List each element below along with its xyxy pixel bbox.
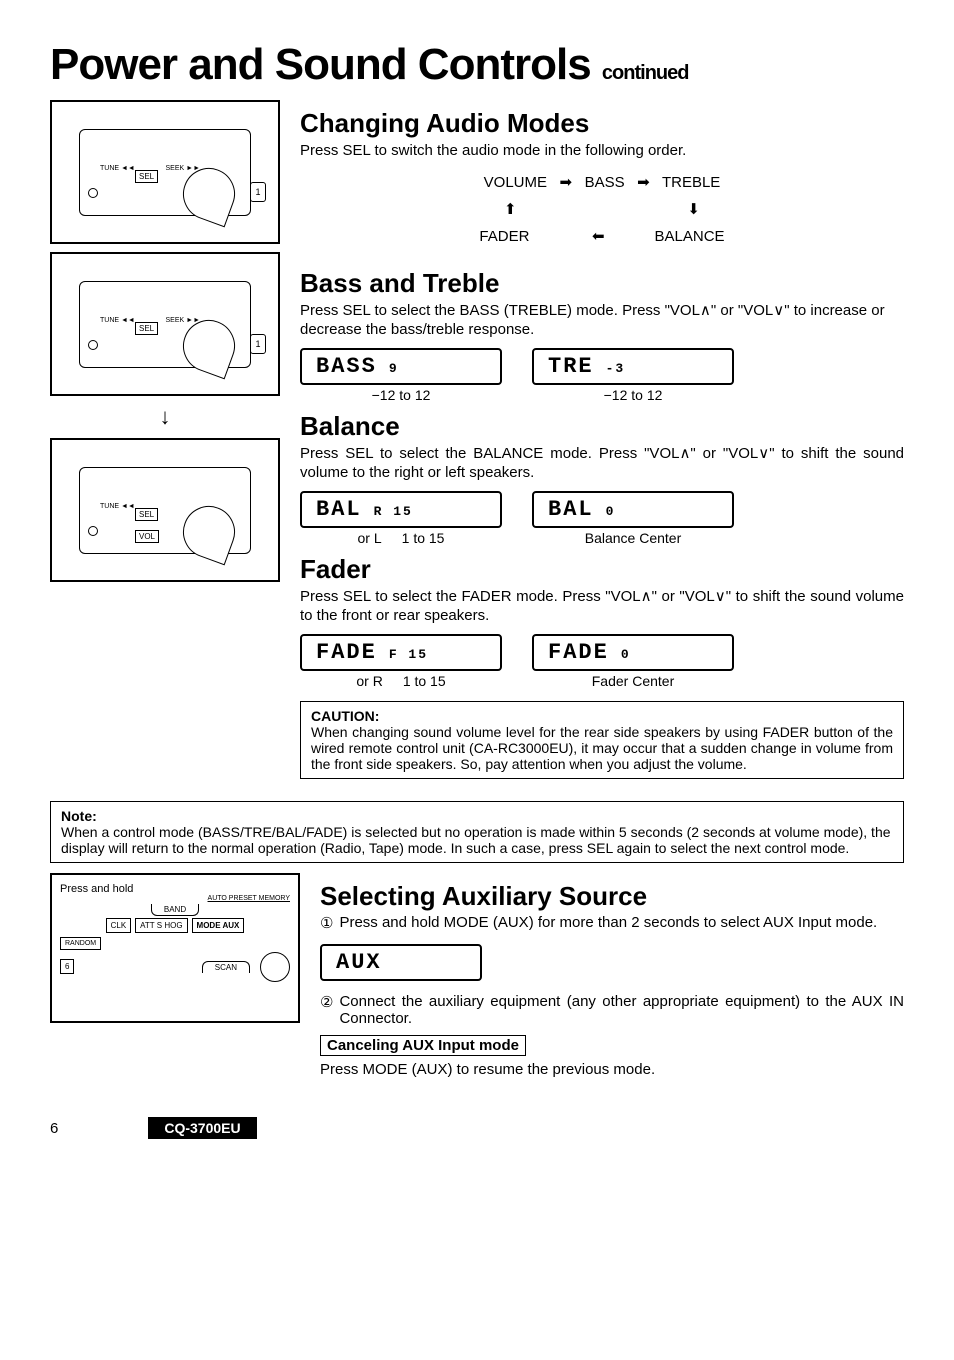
model-number: CQ-3700EU <box>148 1117 256 1139</box>
band-button: BAND <box>151 904 199 916</box>
fade-sub1: or R <box>356 673 382 689</box>
preset-6-button: 6 <box>60 959 74 974</box>
page-number: 6 <box>50 1120 58 1137</box>
continued-text: continued <box>602 62 689 84</box>
fade-sub2: 1 to 15 <box>403 673 446 689</box>
treble-range: −12 to 12 <box>604 387 663 403</box>
bass-display: BASS 9 <box>300 348 502 385</box>
treble-value: -3 <box>606 361 626 376</box>
bass-label: BASS <box>316 354 377 379</box>
figure-mode-aux: Press and hold AUTO PRESET MEMORY BAND C… <box>50 873 300 1023</box>
fader-display-2: FADE 0 <box>532 634 734 671</box>
fade-label: FADE <box>316 640 377 665</box>
tune-label: TUNE ◄◄ <box>100 165 135 172</box>
press-hold-label: Press and hold <box>60 883 290 895</box>
aux-label: AUX <box>336 950 382 975</box>
mode-cycle-diagram: VOLUME ➡ BASS ➡ TREBLE ⬆ ⬇ FADER ⬅ BALAN… <box>300 169 904 250</box>
cycle-volume: VOLUME <box>484 174 547 191</box>
scan-button: SCAN <box>202 961 250 973</box>
caution-box: CAUTION: When changing sound volume leve… <box>300 701 904 779</box>
sel-button-label: SEL <box>135 508 158 521</box>
balance-heading: Balance <box>300 411 904 442</box>
sel-button-label: SEL <box>135 170 158 183</box>
fader-display-1: FADE F 15 <box>300 634 502 671</box>
att-button: ATT S HOG <box>135 918 187 933</box>
figure-sel-press-2: TUNE ◄◄ SEL SEEK ►► 1 <box>50 252 280 396</box>
bass-value: 9 <box>389 361 399 376</box>
mode-aux-button: MODE AUX <box>192 918 245 933</box>
tune-label: TUNE ◄◄ <box>100 503 135 510</box>
fade-value: F 15 <box>389 647 428 662</box>
fader-text: Press SEL to select the FADER mode. Pres… <box>300 587 904 626</box>
bal-sub1: or L <box>358 530 382 546</box>
aux-step-2: Connect the auxiliary equipment (any oth… <box>339 993 904 1027</box>
preset-1-button: 1 <box>250 334 266 354</box>
cycle-fader: FADER <box>479 228 529 245</box>
step-2-number: ② <box>320 993 333 1027</box>
page-title: Power and Sound Controls continued <box>50 40 904 90</box>
bal-value: R 15 <box>374 504 413 519</box>
cancel-aux-text: Press MODE (AUX) to resume the previous … <box>320 1060 904 1080</box>
fader-center-label: Fader Center <box>592 673 674 689</box>
cycle-treble: TREBLE <box>662 174 720 191</box>
caution-label: CAUTION: <box>311 708 379 724</box>
aux-display: AUX <box>320 944 482 981</box>
tune-label: TUNE ◄◄ <box>100 317 135 324</box>
bal-value-2: 0 <box>606 504 616 519</box>
arrow-down-icon: ↓ <box>50 404 280 430</box>
cancel-aux-label: Canceling AUX Input mode <box>320 1035 526 1056</box>
bal-label: BAL <box>316 497 362 522</box>
random-button: RANDOM <box>60 937 101 950</box>
auto-preset-label: AUTO PRESET MEMORY <box>60 895 290 902</box>
figures-column: TUNE ◄◄ SEL SEEK ►► 1 TUNE ◄◄ SEL SEEK ►… <box>50 100 280 791</box>
treble-display: TRE -3 <box>532 348 734 385</box>
bal-sub2: 1 to 15 <box>402 530 445 546</box>
title-text: Power and Sound Controls <box>50 40 591 89</box>
changing-modes-heading: Changing Audio Modes <box>300 108 904 139</box>
balance-text: Press SEL to select the BALANCE mode. Pr… <box>300 444 904 483</box>
sel-button-label: SEL <box>135 322 158 335</box>
balance-display-1: BAL R 15 <box>300 491 502 528</box>
preset-1-button: 1 <box>250 182 266 202</box>
hand-icon <box>260 952 290 982</box>
bal-label-2: BAL <box>548 497 594 522</box>
fader-heading: Fader <box>300 554 904 585</box>
bass-treble-heading: Bass and Treble <box>300 268 904 299</box>
indicator-circle <box>88 340 98 350</box>
aux-step-1: Press and hold MODE (AUX) for more than … <box>339 914 877 932</box>
caution-text: When changing sound volume level for the… <box>311 724 893 772</box>
vol-button-label: VOL <box>135 530 159 543</box>
indicator-circle <box>88 526 98 536</box>
figure-sel-press-1: TUNE ◄◄ SEL SEEK ►► 1 <box>50 100 280 244</box>
cycle-bass: BASS <box>585 174 625 191</box>
step-1-number: ① <box>320 914 333 932</box>
balance-display-2: BAL 0 <box>532 491 734 528</box>
figure-vol-press: TUNE ◄◄ SEL VOL <box>50 438 280 582</box>
hand-icon <box>176 498 243 565</box>
note-label: Note: <box>61 808 97 824</box>
clk-button: CLK <box>106 918 132 933</box>
bass-range: −12 to 12 <box>372 387 431 403</box>
bass-treble-text: Press SEL to select the BASS (TREBLE) mo… <box>300 301 904 340</box>
aux-heading: Selecting Auxiliary Source <box>320 881 904 912</box>
indicator-circle <box>88 188 98 198</box>
changing-modes-text: Press SEL to switch the audio mode in th… <box>300 141 904 161</box>
cycle-balance: BALANCE <box>655 228 725 245</box>
note-box: Note: When a control mode (BASS/TRE/BAL/… <box>50 801 904 863</box>
fade-label-2: FADE <box>548 640 609 665</box>
bal-center-label: Balance Center <box>585 530 682 546</box>
treble-label: TRE <box>548 354 594 379</box>
fade-value-2: 0 <box>621 647 631 662</box>
note-text: When a control mode (BASS/TRE/BAL/FADE) … <box>61 824 891 856</box>
